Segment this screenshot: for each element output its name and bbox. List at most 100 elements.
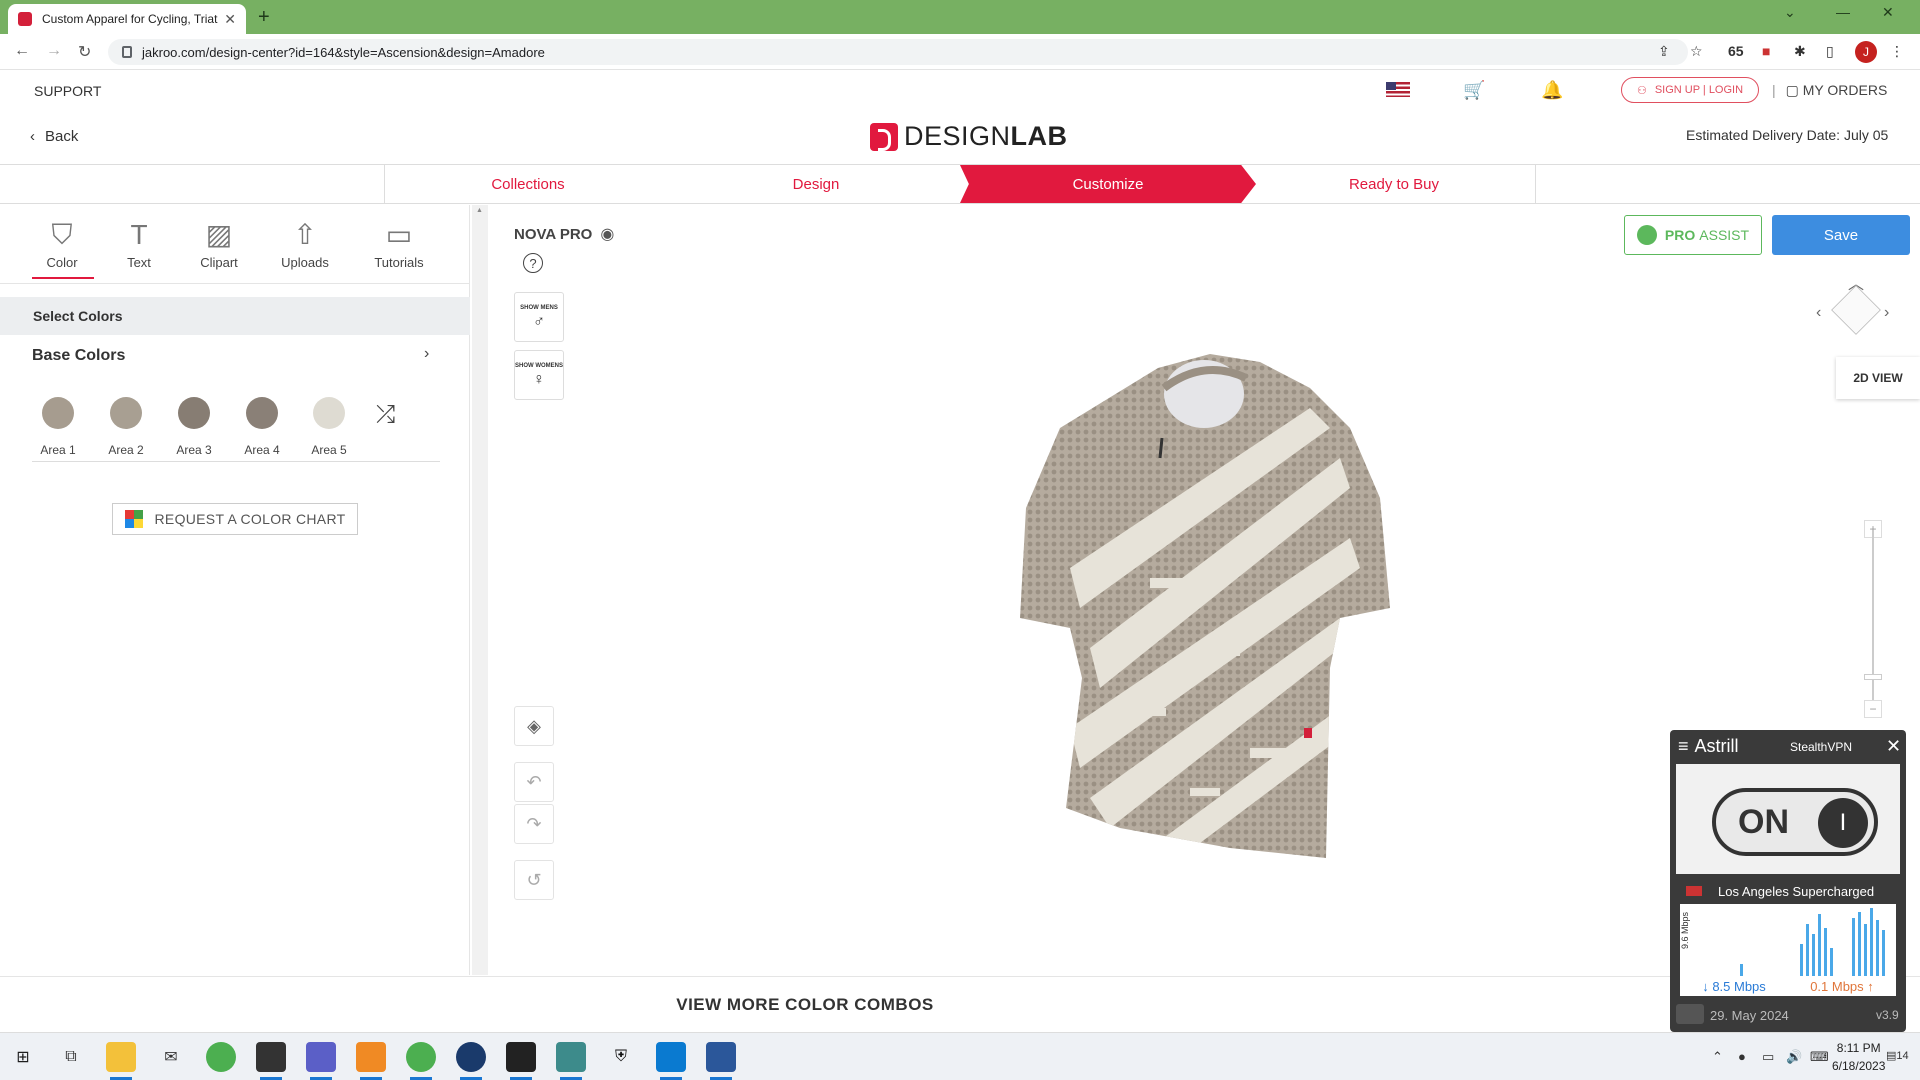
step-collections[interactable]: Collections: [384, 165, 672, 203]
signup-login-button[interactable]: ⚇ SIGN UP | LOGIN: [1621, 77, 1759, 103]
eye-icon[interactable]: ◉: [600, 224, 614, 244]
save-button[interactable]: Save: [1772, 215, 1910, 255]
select-colors-heading: Select Colors: [0, 297, 470, 335]
windows-start-icon[interactable]: ⊞: [8, 1042, 38, 1072]
zoom-out-button[interactable]: −: [1864, 700, 1882, 718]
reset-button[interactable]: ↺: [514, 860, 554, 900]
language-icon[interactable]: ⌨: [1810, 1049, 1829, 1065]
cart-icon[interactable]: 🛒: [1463, 80, 1485, 101]
jakroo-favicon-icon: [18, 12, 32, 26]
support-link[interactable]: SUPPORT: [34, 83, 101, 99]
tab-search-icon[interactable]: ⌄: [1784, 4, 1796, 21]
panel-scrollbar[interactable]: [472, 205, 488, 975]
view-more-color-combos[interactable]: VIEW MORE COLOR COMBOS: [0, 976, 1920, 1032]
zoom-slider-track[interactable]: [1872, 530, 1874, 708]
active-tool-indicator: [32, 277, 94, 279]
tool-uploads[interactable]: ⇧ Uploads: [270, 215, 340, 270]
notification-center-icon[interactable]: ▤14: [1886, 1049, 1909, 1062]
minimize-icon[interactable]: —: [1836, 4, 1850, 20]
rotate-right-icon[interactable]: ›: [1884, 304, 1889, 322]
vpn-server-selector[interactable]: Los Angeles Supercharged: [1680, 878, 1896, 904]
menu-dots-icon[interactable]: ⋮: [1890, 43, 1904, 60]
designlab-logo[interactable]: DESIGN LAB: [870, 121, 1068, 152]
shuffle-colors-icon[interactable]: ⤮: [376, 401, 395, 429]
tab-close-icon[interactable]: ✕: [224, 11, 236, 28]
stealthvpn-label[interactable]: StealthVPN: [1790, 740, 1852, 754]
jersey-3d-preview[interactable]: [1010, 348, 1410, 860]
notes-app-icon[interactable]: [256, 1042, 286, 1080]
browser-tab[interactable]: Custom Apparel for Cycling, Triat ✕: [8, 4, 246, 34]
undo-button[interactable]: ↶: [514, 762, 554, 802]
system-clock[interactable]: 8:11 PM 6/18/2023: [1832, 1039, 1885, 1075]
forward-arrow-icon[interactable]: →: [46, 42, 62, 60]
share-icon[interactable]: ⇪: [1658, 43, 1670, 60]
male-icon: ♂: [533, 312, 545, 330]
vscode-icon[interactable]: [656, 1042, 686, 1080]
reload-icon[interactable]: ↻: [78, 42, 91, 62]
recenter-button[interactable]: ◈: [514, 706, 554, 746]
extension-badge[interactable]: 65: [1728, 43, 1744, 59]
request-color-chart-button[interactable]: REQUEST A COLOR CHART: [112, 503, 358, 535]
pro-assist-light: ASSIST: [1699, 227, 1750, 243]
2d-view-button[interactable]: 2D VIEW: [1836, 357, 1920, 399]
color-area-4[interactable]: Area 4: [228, 397, 296, 457]
close-window-icon[interactable]: ✕: [1882, 4, 1894, 21]
account-icon[interactable]: [1676, 1004, 1704, 1024]
sidepanel-icon[interactable]: ▯: [1826, 43, 1834, 60]
bookmark-star-icon[interactable]: ☆: [1690, 43, 1703, 60]
shield-icon[interactable]: ⛨: [606, 1042, 636, 1072]
vpn-power-toggle[interactable]: ON I: [1712, 788, 1878, 856]
app-window-icon[interactable]: [556, 1042, 586, 1080]
show-womens-button[interactable]: SHOW WOMENS ♀: [514, 350, 564, 400]
back-link[interactable]: ‹ Back: [30, 128, 78, 145]
new-tab-button[interactable]: +: [258, 6, 270, 29]
undo-icon: ↶: [526, 771, 542, 792]
file-explorer-icon[interactable]: [106, 1042, 136, 1080]
astrill-tray-icon[interactable]: ●: [1738, 1049, 1746, 1064]
tool-color[interactable]: ⛉ Color: [27, 215, 97, 270]
tool-clipart[interactable]: ▨ Clipart: [184, 215, 254, 270]
step-customize[interactable]: Customize: [960, 165, 1256, 203]
chrome-active-icon[interactable]: [406, 1042, 436, 1080]
show-mens-button[interactable]: SHOW MENS ♂: [514, 292, 564, 342]
my-orders-link[interactable]: | ▢ MY ORDERS: [1772, 82, 1887, 99]
volume-icon[interactable]: 🔊: [1786, 1049, 1802, 1065]
toggle-state: ON: [1738, 802, 1789, 841]
pro-assist-bold: PRO: [1664, 227, 1696, 243]
color-area-5[interactable]: Area 5: [295, 397, 363, 457]
pro-assist-button[interactable]: PRO ASSIST: [1624, 215, 1762, 255]
zoom-slider-handle[interactable]: [1864, 674, 1882, 680]
step-design[interactable]: Design: [672, 165, 960, 203]
profile-avatar[interactable]: J: [1855, 41, 1877, 63]
terminal-icon[interactable]: [506, 1042, 536, 1080]
chrome-icon[interactable]: [206, 1042, 236, 1072]
rotate-left-icon[interactable]: ‹: [1816, 304, 1821, 322]
bell-icon[interactable]: 🔔: [1541, 80, 1563, 101]
back-arrow-icon[interactable]: ←: [14, 42, 30, 60]
task-view-icon[interactable]: ⧉: [56, 1042, 86, 1072]
color-area-3[interactable]: Area 3: [160, 397, 228, 457]
astrill-close-icon[interactable]: ✕: [1886, 736, 1901, 757]
sketch-app-icon[interactable]: [356, 1042, 386, 1080]
help-icon[interactable]: ?: [523, 253, 543, 273]
tool-text[interactable]: T Text: [104, 215, 174, 270]
url-field[interactable]: jakroo.com/design-center?id=164&style=As…: [108, 39, 1688, 65]
network-icon[interactable]: ▭: [1762, 1049, 1774, 1065]
us-flag-icon[interactable]: [1386, 82, 1410, 97]
step-ready-to-buy[interactable]: Ready to Buy: [1252, 165, 1536, 203]
view-cube[interactable]: [1831, 285, 1881, 335]
color-area-1[interactable]: Area 1: [24, 397, 92, 457]
word-icon[interactable]: [706, 1042, 736, 1080]
hamburger-icon[interactable]: ≡: [1678, 736, 1689, 757]
redo-button[interactable]: ↷: [514, 804, 554, 844]
teams-icon[interactable]: [306, 1042, 336, 1080]
tool-tutorials[interactable]: ▭ Tutorials: [364, 215, 434, 270]
clock-app-icon[interactable]: [456, 1042, 486, 1080]
mail-icon[interactable]: ✉: [156, 1042, 186, 1072]
puzzle-icon[interactable]: ✱: [1794, 43, 1806, 60]
extension-icon[interactable]: ■: [1762, 43, 1770, 59]
color-area-2[interactable]: Area 2: [92, 397, 160, 457]
base-colors-heading[interactable]: Base Colors: [32, 347, 125, 365]
tray-chevron-icon[interactable]: ⌃: [1712, 1049, 1723, 1065]
chevron-right-icon[interactable]: ›: [424, 345, 429, 363]
